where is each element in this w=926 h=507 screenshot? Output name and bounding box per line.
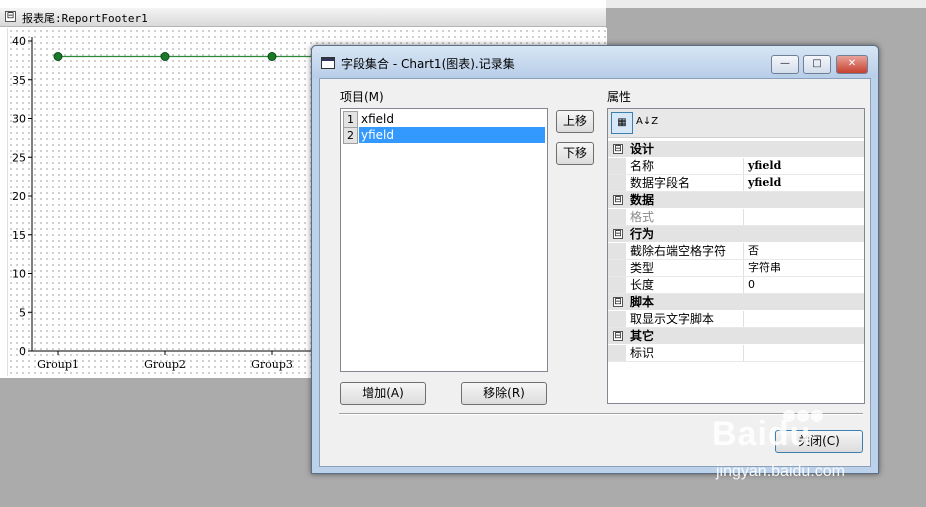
property-name: 截除右端空格字符	[630, 243, 744, 259]
alphabetical-sort-icon[interactable]: A↓Z	[636, 112, 658, 132]
collapse-icon[interactable]: ⊟	[613, 144, 623, 154]
band-title: 报表尾:ReportFooter1	[22, 12, 148, 25]
items-label: 项目(M)	[340, 90, 384, 104]
close-window-button[interactable]: ✕	[836, 55, 868, 74]
properties-label: 属性	[607, 90, 632, 104]
property-row[interactable]: 截除右端空格字符 否	[608, 243, 864, 260]
property-row[interactable]: 标识	[608, 345, 864, 362]
property-grid-toolbar: ▦ A↓Z	[608, 109, 864, 138]
property-name: 名称	[630, 158, 744, 174]
minimize-button[interactable]: —	[771, 55, 799, 74]
property-grid[interactable]: ▦ A↓Z ⊟ 设计 名称 yfield 数据字段名 yfield ⊟ 数据 格…	[607, 108, 865, 404]
category-label: 数据	[630, 193, 655, 207]
category-label: 行为	[630, 227, 655, 241]
collapse-icon[interactable]: ⊟	[613, 195, 623, 205]
categorized-view-icon[interactable]: ▦	[611, 112, 633, 134]
category-script[interactable]: ⊟ 脚本	[608, 294, 864, 310]
collapse-icon[interactable]: ⊟	[613, 229, 623, 239]
list-item[interactable]: 1 xfield	[343, 111, 545, 128]
y-tick-label: 0	[19, 345, 26, 358]
y-tick-label: 20	[12, 190, 26, 203]
property-name: 数据字段名	[630, 175, 744, 191]
x-tick-label: Group2	[144, 358, 186, 371]
category-design[interactable]: ⊟ 设计	[608, 141, 864, 157]
property-value[interactable]: 字符串	[748, 260, 781, 276]
property-value[interactable]: 0	[748, 277, 755, 293]
category-data[interactable]: ⊟ 数据	[608, 192, 864, 208]
item-name: xfield	[361, 112, 394, 126]
remove-button[interactable]: 移除(R)	[461, 382, 547, 405]
item-number: 2	[343, 127, 358, 144]
property-name: 类型	[630, 260, 744, 276]
property-row[interactable]: 名称 yfield	[608, 158, 864, 175]
data-point	[267, 52, 277, 61]
band-collapse-icon[interactable]: ⊟	[5, 11, 16, 22]
property-name: 取显示文字脚本	[630, 311, 744, 327]
y-tick-label: 10	[12, 268, 26, 281]
category-label: 脚本	[630, 295, 655, 309]
maximize-button[interactable]: □	[803, 55, 831, 74]
y-tick-label: 25	[12, 151, 26, 164]
y-tick-label: 15	[12, 229, 26, 242]
window-icon	[321, 57, 335, 69]
property-row[interactable]: 类型 字符串	[608, 260, 864, 277]
property-row[interactable]: 取显示文字脚本	[608, 311, 864, 328]
add-button[interactable]: 增加(A)	[340, 382, 426, 405]
y-tick-label: 5	[19, 306, 26, 319]
property-name: 格式	[630, 209, 744, 225]
list-item-selected[interactable]: 2 yfield	[343, 127, 545, 144]
move-down-button[interactable]: 下移	[556, 142, 594, 165]
property-row[interactable]: 格式	[608, 209, 864, 226]
property-row[interactable]: 数据字段名 yfield	[608, 175, 864, 192]
property-value[interactable]: 否	[748, 243, 759, 259]
items-listbox[interactable]: 1 xfield 2 yfield	[340, 108, 548, 372]
y-tick-label: 35	[12, 74, 26, 87]
data-point	[160, 52, 170, 61]
category-other[interactable]: ⊟ 其它	[608, 328, 864, 344]
category-label: 其它	[630, 329, 655, 343]
category-label: 设计	[630, 142, 655, 156]
x-tick-label: Group3	[251, 358, 293, 371]
band-header[interactable]: ⊟ 报表尾:ReportFooter1	[0, 8, 606, 27]
dialog-title: 字段集合 - Chart1(图表).记录集	[341, 57, 515, 71]
collapse-icon[interactable]: ⊟	[613, 297, 623, 307]
item-number: 1	[343, 111, 358, 128]
property-value[interactable]: yfield	[748, 158, 781, 174]
property-value[interactable]: yfield	[748, 175, 781, 191]
move-up-button[interactable]: 上移	[556, 110, 594, 133]
y-tick-label: 40	[12, 35, 26, 48]
baidu-watermark: ●●● Baidu jingyan.baidu.com	[708, 405, 878, 487]
watermark-site: jingyan.baidu.com	[716, 463, 845, 480]
dialog-titlebar[interactable]: 字段集合 - Chart1(图表).记录集 — □ ✕	[312, 46, 878, 78]
data-point	[53, 52, 63, 61]
y-tick-label: 30	[12, 113, 26, 126]
collapse-icon[interactable]: ⊟	[613, 331, 623, 341]
x-tick-label: Group1	[37, 358, 79, 371]
property-name: 标识	[630, 345, 744, 361]
top-strip	[606, 0, 926, 8]
property-name: 长度	[630, 277, 744, 293]
watermark-brand: Baidu	[712, 415, 812, 453]
category-behavior[interactable]: ⊟ 行为	[608, 226, 864, 242]
property-row[interactable]: 长度 0	[608, 277, 864, 294]
item-name: yfield	[359, 127, 545, 143]
